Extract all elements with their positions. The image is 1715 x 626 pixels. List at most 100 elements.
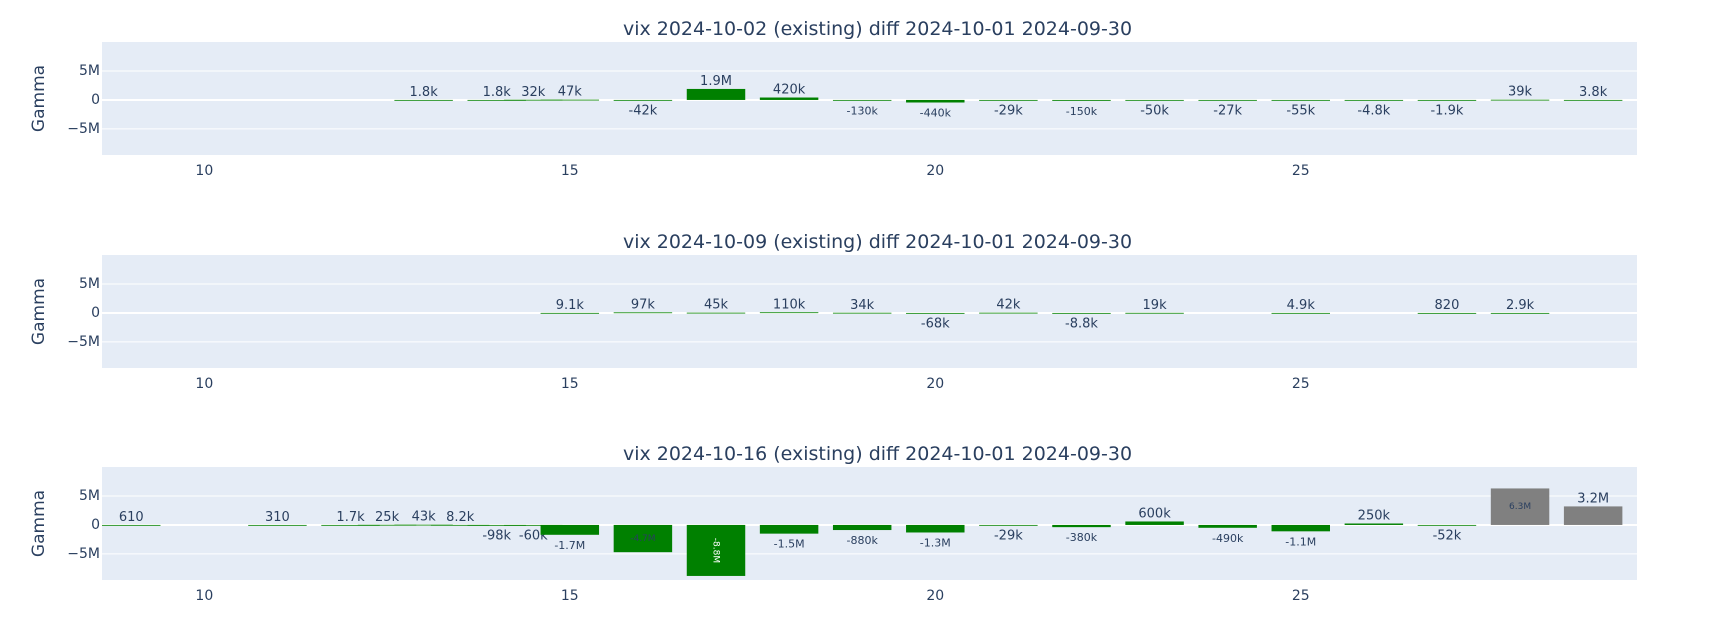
data-label: 110k: [773, 297, 806, 312]
data-label: 250k: [1358, 509, 1391, 524]
bar: [759, 97, 819, 100]
data-label: 19k: [1143, 298, 1168, 313]
data-label: 42k: [996, 298, 1021, 313]
data-label: -1.3M: [920, 536, 951, 549]
data-label: 43k: [412, 510, 437, 525]
bar: [248, 524, 307, 526]
data-label: -440k: [920, 106, 952, 119]
bar: [613, 99, 673, 101]
bar: [979, 99, 1038, 101]
data-label: -8.8k: [1065, 317, 1098, 332]
y-tick-label: 0: [91, 517, 100, 533]
bar: [540, 312, 600, 314]
chart-panel-1: 1.8k 1.8k 32k 47k -42k 1.9M 420k -130k -440k -29k…: [29, 18, 1637, 179]
data-label: -29k: [994, 104, 1023, 119]
data-label: 2.9k: [1506, 298, 1535, 313]
plot-area: [102, 42, 1637, 155]
data-label: -1.9k: [1430, 104, 1463, 119]
chart-panel-3: 610 310 1.7k 25k 43k 8.2k-98k -60k-1.7M -4.7M -8…: [29, 443, 1637, 604]
bar: [1563, 99, 1623, 101]
data-label: 3.2M: [1577, 491, 1609, 506]
data-label: -68k: [921, 317, 950, 332]
chart-canvas: 1.8k 1.8k 32k 47k -42k 1.9M 420k -130k -440k -29k…: [29, 18, 1637, 604]
bar: [1052, 312, 1111, 314]
bar: [759, 312, 819, 314]
bar: [832, 99, 892, 101]
y-tick-label: 0: [91, 92, 100, 108]
x-tick-label: 15: [561, 163, 579, 179]
bar: [832, 524, 892, 531]
bar: [759, 524, 819, 534]
plot-area: [102, 467, 1637, 580]
y-axis-title: Gamma: [29, 490, 49, 557]
data-label: -4.8k: [1357, 104, 1390, 119]
bar: [979, 312, 1038, 314]
data-label: -150k: [1066, 105, 1098, 118]
x-tick-label: 25: [1292, 588, 1310, 604]
chart-title: vix 2024-10-02 (existing) diff 2024-10-0…: [623, 18, 1132, 40]
bar: [1490, 312, 1550, 314]
bar: [1198, 524, 1257, 528]
data-label: 97k: [631, 297, 656, 312]
bar: [1344, 523, 1404, 525]
bar: [686, 312, 746, 314]
y-tick-label: −5M: [67, 334, 100, 350]
x-tick-label: 10: [195, 163, 213, 179]
data-label: 9.1k: [556, 298, 585, 313]
data-label: 3.8k: [1579, 85, 1608, 100]
data-label: -55k: [1286, 104, 1315, 119]
data-label: -42k: [629, 104, 658, 119]
data-label: 25k: [375, 510, 400, 525]
x-tick-label: 20: [926, 588, 944, 604]
data-label: -130k: [847, 105, 879, 118]
bar: [1052, 99, 1111, 101]
data-label: -8.8M: [711, 538, 721, 563]
bar: [102, 524, 161, 526]
chart-title: vix 2024-10-09 (existing) diff 2024-10-0…: [623, 231, 1132, 253]
y-tick-label: 5M: [79, 488, 100, 504]
data-label: -490k: [1212, 532, 1244, 545]
x-tick-label: 20: [926, 376, 944, 392]
x-tick-label: 10: [195, 376, 213, 392]
data-label: 310: [265, 510, 290, 525]
x-tick-label: 20: [926, 163, 944, 179]
bar: [540, 524, 600, 535]
bar: [1125, 99, 1184, 101]
bar: [613, 312, 673, 314]
x-tick-label: 25: [1292, 376, 1310, 392]
bar: [1490, 99, 1550, 101]
data-label: 8.2k: [446, 510, 475, 525]
data-label: -50k: [1140, 104, 1169, 119]
data-label: 1.7k: [336, 510, 365, 525]
chart-title: vix 2024-10-16 (existing) diff 2024-10-0…: [623, 443, 1132, 465]
bar: [1198, 99, 1257, 101]
data-label: 820: [1435, 298, 1460, 313]
x-tick-label: 25: [1292, 163, 1310, 179]
data-label: -98k: [482, 529, 511, 544]
bar: [906, 524, 965, 533]
data-label: 600k: [1138, 506, 1171, 521]
data-label: -4.7M: [630, 534, 655, 544]
data-label: 47k: [558, 85, 583, 100]
data-label: 1.8k: [410, 85, 439, 100]
bar: [1125, 312, 1184, 314]
data-label: 1.8k: [483, 85, 512, 100]
bar: [832, 312, 892, 314]
data-label: 39k: [1508, 85, 1533, 100]
data-label: -1.5M: [774, 538, 805, 551]
chart-panel-2: 9.1k 97k 45k 110k 34k -68k 42k -8.8k 19k 4.9k 820 2…: [29, 231, 1637, 392]
bar: [1344, 99, 1404, 101]
y-tick-label: 5M: [79, 276, 100, 292]
x-tick-label: 10: [195, 588, 213, 604]
bar: [906, 312, 965, 314]
data-label: 6.3M: [1509, 502, 1531, 512]
bar: [1417, 312, 1477, 314]
bar: [1271, 524, 1330, 532]
data-label: 4.9k: [1287, 298, 1316, 313]
data-label: 1.9M: [700, 74, 732, 89]
y-tick-label: −5M: [67, 546, 100, 562]
data-label: -880k: [847, 534, 879, 547]
bar: [1052, 524, 1111, 528]
bar: [1271, 99, 1330, 101]
y-tick-label: −5M: [67, 121, 100, 137]
